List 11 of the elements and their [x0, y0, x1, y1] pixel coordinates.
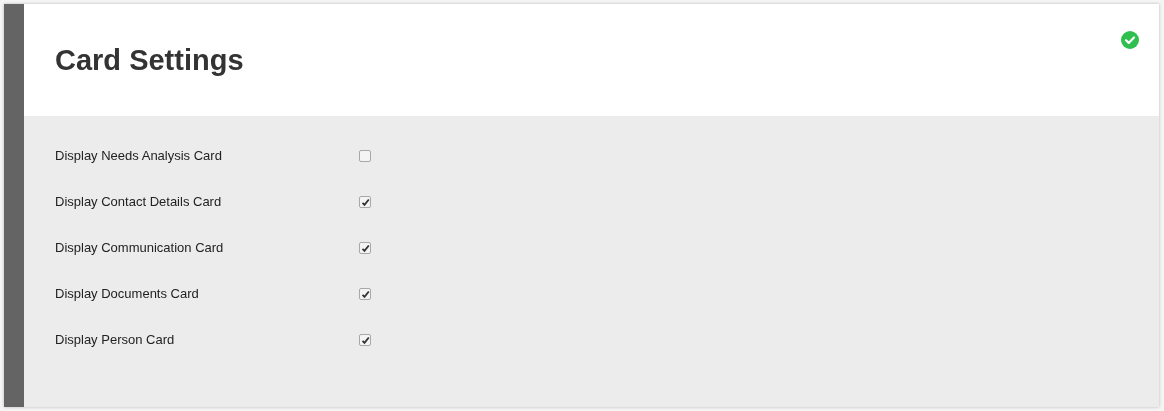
checkbox[interactable]: [359, 334, 371, 346]
page-title: Card Settings: [55, 43, 244, 79]
setting-label: Display Needs Analysis Card: [55, 147, 223, 166]
setting-label: Display Person Card: [55, 331, 176, 350]
checkbox[interactable]: [359, 196, 371, 208]
checkbox[interactable]: [359, 242, 371, 254]
setting-label: Display Contact Details Card: [55, 193, 223, 212]
checkbox[interactable]: [359, 150, 371, 162]
setting-label: Display Communication Card: [55, 239, 225, 258]
setting-label: Display Documents Card: [55, 285, 200, 304]
checkbox[interactable]: [359, 288, 371, 300]
